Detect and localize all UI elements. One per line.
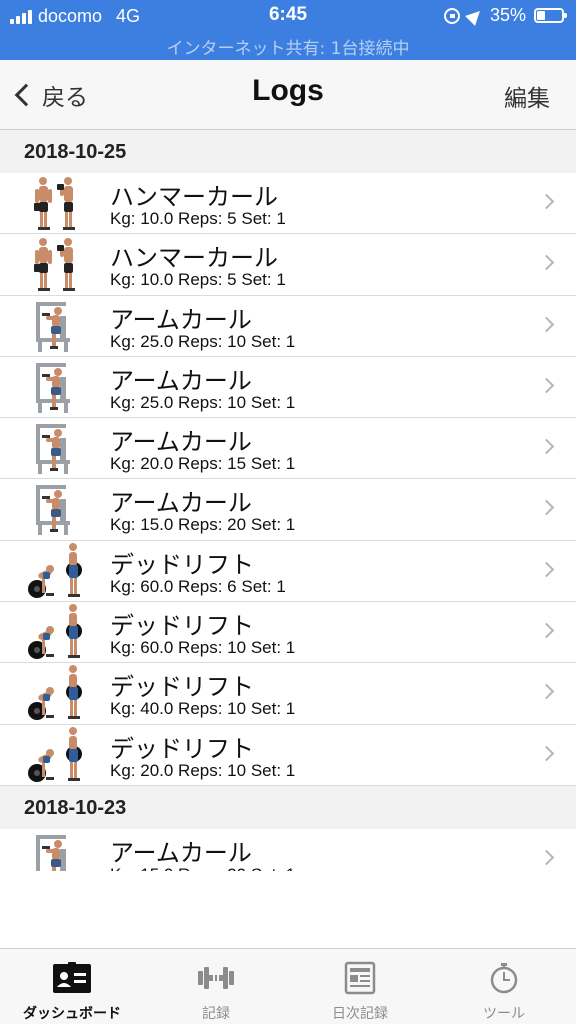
exercise-name: デッドリフト [110,734,254,763]
log-row[interactable]: アームカール Kg: 20.0 Reps: 15 Set: 1 [0,418,576,480]
exercise-name: デッドリフト [110,550,254,579]
log-row[interactable]: デッドリフト Kg: 60.0 Reps: 6 Set: 1 [0,540,576,603]
exercise-detail: Kg: 15.0 Reps: 20 Set: 1 [110,515,296,535]
chevron-right-icon [538,561,555,578]
exercise-detail: Kg: 25.0 Reps: 10 Set: 1 [110,392,296,412]
chevron-right-icon [538,500,555,516]
deadlift-thumbnail [24,604,84,661]
deadlift-thumbnail [24,542,84,600]
exercise-name: デッドリフト [110,673,254,702]
log-row[interactable]: デッドリフト Kg: 20.0 Reps: 10 Set: 1 [0,724,576,786]
exercise-detail: Kg: 10.0 Reps: 5 Set: 1 [110,209,286,228]
chevron-right-icon [538,622,555,639]
navigation-bar: 戻る Logs 編集 [0,60,576,130]
chevron-right-icon [538,377,555,394]
tab-dumbbell[interactable]: 記録 [144,949,288,1024]
tab-label: 記録 [202,1006,230,1022]
hotspot-banner[interactable]: インターネット共有: 1台接続中 [0,34,576,59]
exercise-detail: Kg: 60.0 Reps: 10 Set: 1 [110,638,296,658]
exercise-detail: Kg: 15.0 Reps: 20 Set: 1 [110,865,295,871]
status-bar: docomo 4G 6:45 35% インターネット共有: 1台接続中 [0,0,576,60]
tab-stopwatch[interactable]: ツール [432,949,576,1024]
arm-curl-thumbnail [24,420,84,477]
deadlift-thumbnail [24,726,84,784]
tab-daily-log[interactable]: 日次記録 [288,949,432,1024]
edit-button[interactable]: 編集 [504,79,550,113]
arm-curl-thumbnail [24,831,84,871]
exercise-detail: Kg: 10.0 Reps: 5 Set: 1 [110,270,286,290]
exercise-name: アームカール [110,366,252,395]
log-row[interactable]: デッドリフト Kg: 60.0 Reps: 10 Set: 1 [0,602,576,664]
tab-label: ダッシュボード [23,1006,121,1022]
exercise-name: アームカール [110,305,252,334]
log-list[interactable]: 2018-10-25 ハンマーカール Kg: 10.0 Reps: 5 Set: 1… [0,130,576,871]
stopwatch-icon [484,961,524,995]
section-header-date: 2018-10-23 [0,785,576,829]
status-right: 35% [443,5,567,26]
log-row[interactable]: アームカールKg: 15.0 Reps: 20 Set: 1 [0,479,576,541]
chevron-right-icon [538,684,555,700]
exercise-detail: Kg: 25.0 Reps: 10 Set: 1 [110,331,296,351]
hammer-curl-thumbnail [24,236,84,293]
section-header-date: 2018-10-25 [0,130,576,173]
arm-curl-thumbnail [24,359,84,416]
location-arrow-icon [465,5,485,26]
log-row[interactable]: デッドリフト Kg: 40.0 Reps: 10 Set: 1 [0,663,576,725]
battery-percent: 35% [489,5,526,25]
exercise-detail: Kg: 40.0 Reps: 10 Set: 1 [110,699,296,719]
tab-label: ツール [483,1006,525,1022]
log-row[interactable]: アームカールKg: 15.0 Reps: 20 Set: 1 [0,828,576,871]
chevron-right-icon [538,745,555,761]
rotation-lock-icon [443,7,460,24]
exercise-name: アームカール [110,838,252,867]
chevron-right-icon [538,438,555,455]
log-row[interactable]: アームカール Kg: 25.0 Reps: 10 Set: 1 [0,295,576,357]
log-row[interactable]: アームカール Kg: 25.0 Reps: 10 Set: 1 [0,356,576,419]
exercise-name: ハンマーカール [110,183,278,211]
hammer-curl-thumbnail [24,175,84,232]
exercise-name: アームカール [110,428,252,457]
log-row[interactable]: ハンマーカール Kg: 10.0 Reps: 5 Set: 1 [0,234,576,296]
chevron-right-icon [538,193,555,210]
exercise-detail: Kg: 20.0 Reps: 10 Set: 1 [110,760,296,780]
tab-dashboard[interactable]: ダッシュボード [0,949,144,1024]
page-title: Logs [252,74,324,107]
chevron-right-icon [538,849,555,866]
daily-log-icon [340,961,380,995]
exercise-name: ハンマーカール [110,244,278,273]
battery-icon [534,8,567,23]
tab-bar: ダッシュボード 記録 日次記録 ツール [0,948,576,1024]
arm-curl-thumbnail [24,481,84,538]
tab-label: 日次記録 [332,1006,388,1022]
exercise-name: デッドリフト [110,612,254,641]
chevron-right-icon [538,255,555,271]
deadlift-thumbnail [24,665,84,722]
exercise-detail: Kg: 60.0 Reps: 6 Set: 1 [110,576,286,596]
dumbbell-icon [196,961,236,995]
log-row[interactable]: ハンマーカール Kg: 10.0 Reps: 5 Set: 1 [0,173,576,235]
chevron-right-icon [538,316,555,332]
exercise-name: アームカール [110,489,252,518]
exercise-detail: Kg: 20.0 Reps: 15 Set: 1 [110,454,296,474]
dashboard-icon [52,961,92,995]
arm-curl-thumbnail [24,298,84,355]
